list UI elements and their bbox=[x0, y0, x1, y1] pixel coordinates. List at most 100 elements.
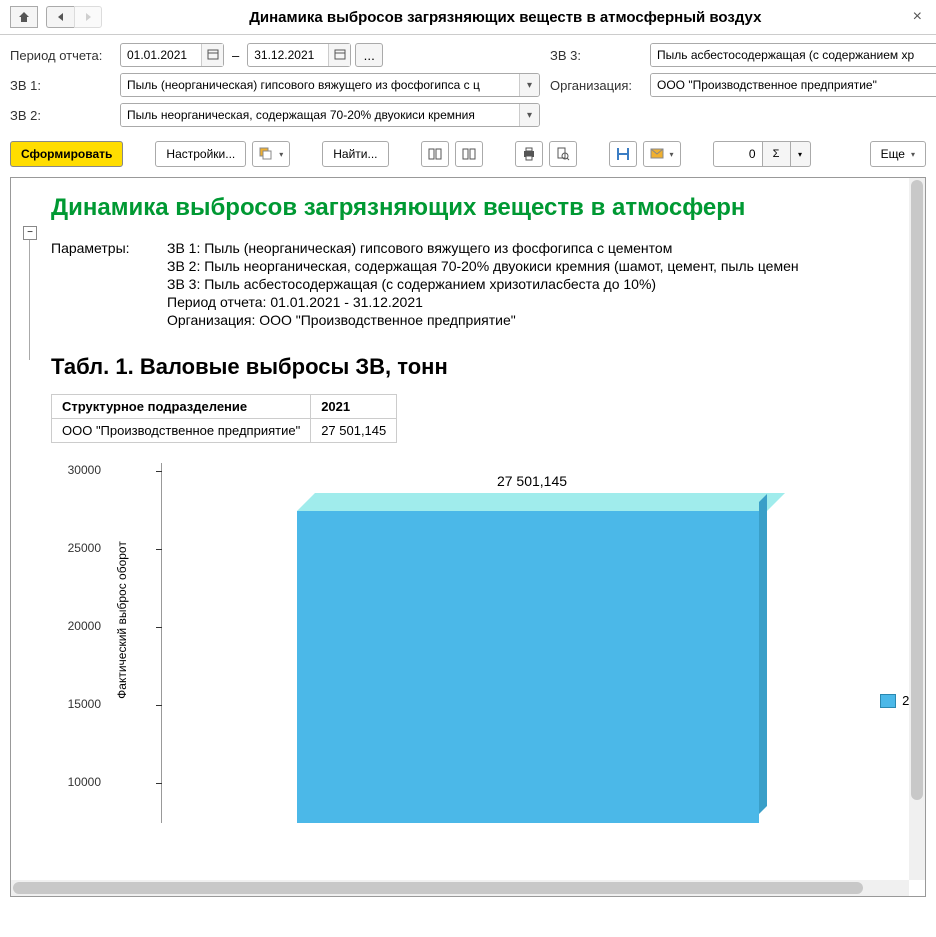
email-icon bbox=[650, 148, 664, 160]
date-to-calendar-btn[interactable] bbox=[328, 44, 350, 66]
email-button[interactable]: ▾ bbox=[643, 141, 681, 167]
tick-line bbox=[156, 549, 162, 550]
params-lines: ЗВ 1: Пыль (неорганическая) гипсового вя… bbox=[167, 240, 915, 330]
bar-side-face bbox=[759, 494, 767, 814]
collapse-toggle[interactable]: − bbox=[23, 226, 37, 240]
header-bar: Динамика выбросов загрязняющих веществ в… bbox=[0, 0, 936, 35]
period-ellipsis-button[interactable]: ... bbox=[355, 43, 383, 67]
y-tick: 25000 bbox=[51, 541, 101, 555]
zv1-dropdown: ▾ bbox=[120, 73, 540, 97]
table-header-row: Структурное подразделение 2021 bbox=[52, 395, 397, 419]
find-button[interactable]: Найти... bbox=[322, 141, 388, 167]
table-icon bbox=[259, 147, 273, 161]
zv1-dropdown-btn[interactable]: ▾ bbox=[519, 74, 539, 96]
table-row: ООО "Производственное предприятие" 27 50… bbox=[52, 419, 397, 443]
param-line: Организация: ООО "Производственное предп… bbox=[167, 312, 915, 328]
vscroll-thumb[interactable] bbox=[911, 180, 923, 800]
back-button[interactable] bbox=[46, 6, 74, 28]
print-icon bbox=[522, 147, 536, 161]
zv2-dropdown: ▾ bbox=[120, 103, 540, 127]
tick-line bbox=[156, 471, 162, 472]
calendar-icon bbox=[207, 48, 219, 60]
report-canvas-wrap: − Динамика выбросов загрязняющих веществ… bbox=[10, 177, 926, 897]
save-button[interactable] bbox=[609, 141, 637, 167]
date-dash: – bbox=[228, 48, 243, 63]
org-input[interactable] bbox=[651, 74, 936, 96]
table-row1-value: 27 501,145 bbox=[311, 419, 397, 443]
date-from-wrap bbox=[120, 43, 224, 67]
bar-value-label: 27 501,145 bbox=[297, 473, 767, 489]
param-line: Период отчета: 01.01.2021 - 31.12.2021 bbox=[167, 294, 915, 310]
print-button[interactable] bbox=[515, 141, 543, 167]
preview-button[interactable] bbox=[549, 141, 577, 167]
vertical-scrollbar[interactable] bbox=[909, 178, 925, 880]
tick-line bbox=[156, 705, 162, 706]
table-col2-header: 2021 bbox=[311, 395, 397, 419]
period-group: – ... bbox=[120, 43, 540, 67]
zoom-group: Σ ▾ bbox=[713, 141, 811, 167]
chart-bar bbox=[297, 493, 767, 823]
copy-settings-button[interactable]: ▾ bbox=[252, 141, 290, 167]
date-to-wrap bbox=[247, 43, 351, 67]
zv1-label: ЗВ 1: bbox=[10, 78, 110, 93]
sigma-dropdown-button[interactable]: ▾ bbox=[791, 141, 811, 167]
zv1-input[interactable] bbox=[121, 74, 519, 96]
forward-button[interactable] bbox=[74, 6, 102, 28]
date-from-input[interactable] bbox=[121, 46, 201, 64]
bar-top-face bbox=[297, 493, 785, 511]
horizontal-scrollbar[interactable] bbox=[11, 880, 909, 896]
period-label: Период отчета: bbox=[10, 48, 110, 63]
chevron-down-icon: ▾ bbox=[911, 150, 915, 159]
params-label: Параметры: bbox=[51, 240, 151, 330]
legend-swatch bbox=[880, 694, 896, 708]
settings-button[interactable]: Настройки... bbox=[155, 141, 246, 167]
tick-line bbox=[156, 783, 162, 784]
page-title: Динамика выбросов загрязняющих веществ в… bbox=[110, 9, 901, 26]
param-line: ЗВ 1: Пыль (неорганическая) гипсового вя… bbox=[167, 240, 915, 256]
y-tick: 20000 bbox=[51, 619, 101, 633]
arrow-left-icon bbox=[55, 12, 67, 22]
tick-line bbox=[156, 627, 162, 628]
param-line: ЗВ 3: Пыль асбестосодержащая (с содержан… bbox=[167, 276, 915, 292]
sigma-button[interactable]: Σ bbox=[763, 141, 791, 167]
org-label: Организация: bbox=[550, 78, 640, 93]
date-to-input[interactable] bbox=[248, 46, 328, 64]
expand-icon bbox=[428, 148, 442, 160]
filters-panel: Период отчета: – ... ЗВ 3: ▾ ЗВ 1: ▾ Орг… bbox=[0, 35, 936, 135]
chart-plot: 27 501,145 2021 bbox=[161, 463, 781, 823]
expand-all-button[interactable] bbox=[421, 141, 449, 167]
calendar-icon bbox=[334, 48, 346, 60]
zv3-label: ЗВ 3: bbox=[550, 48, 640, 63]
y-tick: 30000 bbox=[51, 463, 101, 477]
home-icon bbox=[18, 11, 30, 23]
report-canvas: − Динамика выбросов загрязняющих веществ… bbox=[11, 178, 925, 896]
y-tick: 10000 bbox=[51, 775, 101, 789]
chevron-down-icon: ▾ bbox=[670, 150, 674, 159]
param-line: ЗВ 2: Пыль неорганическая, содержащая 70… bbox=[167, 258, 915, 274]
date-from-calendar-btn[interactable] bbox=[201, 44, 223, 66]
zv3-input[interactable] bbox=[651, 44, 936, 66]
chevron-down-icon: ▾ bbox=[279, 150, 283, 159]
table-title: Табл. 1. Валовые выбросы ЗВ, тонн bbox=[51, 354, 915, 380]
zv2-input[interactable] bbox=[121, 104, 519, 126]
toolbar: Сформировать Настройки... ▾ Найти... ▾ Σ… bbox=[0, 135, 936, 173]
y-axis-label: Фактический выброс оборот bbox=[115, 541, 129, 699]
close-button[interactable]: × bbox=[909, 8, 926, 26]
form-button[interactable]: Сформировать bbox=[10, 141, 123, 167]
home-button[interactable] bbox=[10, 6, 38, 28]
table-col1-header: Структурное подразделение bbox=[52, 395, 311, 419]
zv3-dropdown: ▾ bbox=[650, 43, 936, 67]
more-button[interactable]: Еще ▾ bbox=[870, 141, 926, 167]
hscroll-thumb[interactable] bbox=[13, 882, 863, 894]
collapse-all-button[interactable] bbox=[455, 141, 483, 167]
zoom-input[interactable] bbox=[713, 141, 763, 167]
chart-area: Фактический выброс оборот 30000 25000 20… bbox=[51, 463, 915, 823]
y-tick: 15000 bbox=[51, 697, 101, 711]
org-dropdown: ▾ bbox=[650, 73, 936, 97]
bar-front-face bbox=[297, 511, 759, 823]
zv2-label: ЗВ 2: bbox=[10, 108, 110, 123]
params-block: Параметры: ЗВ 1: Пыль (неорганическая) г… bbox=[51, 240, 915, 330]
zv2-dropdown-btn[interactable]: ▾ bbox=[519, 104, 539, 126]
table-row1-label: ООО "Производственное предприятие" bbox=[52, 419, 311, 443]
report-title: Динамика выбросов загрязняющих веществ в… bbox=[51, 194, 915, 222]
